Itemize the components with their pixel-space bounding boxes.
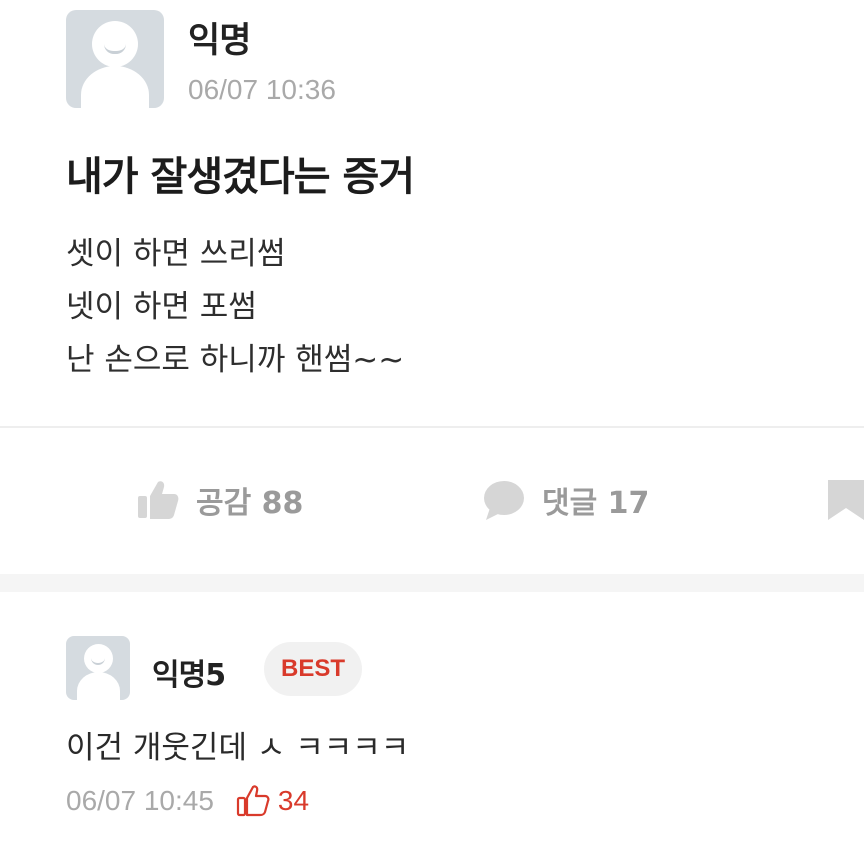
comment-text: 이건 개웃긴데 ㅅ ㅋㅋㅋㅋ: [66, 730, 410, 766]
post-body-line: 난 손으로 하니까 핸썸~~: [66, 342, 405, 378]
thumbs-up-outline-icon: [236, 785, 270, 817]
comment-avatar[interactable]: [66, 636, 130, 700]
divider: [0, 426, 864, 428]
bookmark-icon: [824, 478, 864, 522]
avatar-body: [81, 66, 149, 108]
avatar[interactable]: [66, 10, 164, 108]
post-body-line: 넷이 하면 포썸: [66, 289, 257, 325]
avatar-body: [77, 672, 120, 700]
like-label: 공감 88: [196, 486, 304, 521]
like-button[interactable]: 공감 88: [136, 478, 303, 522]
speech-bubble-icon: [482, 478, 526, 522]
thumbs-up-icon: [136, 478, 180, 522]
comment-like-button[interactable]: 34: [236, 784, 309, 818]
comment-author[interactable]: 익명5: [152, 650, 226, 694]
post-title: 내가 잘생겼다는 증거: [66, 154, 415, 200]
post-body-line: 셋이 하면 쓰리썸: [66, 236, 286, 272]
best-badge: BEST: [264, 642, 362, 696]
comment-like-count: 34: [277, 785, 310, 816]
comment-meta: 06/07 10:45 34: [66, 784, 309, 818]
post-body: 셋이 하면 쓰리썸 넷이 하면 포썸 난 손으로 하니까 핸썸~~: [66, 228, 404, 387]
section-separator: [0, 574, 864, 592]
comment-timestamp: 06/07 10:45: [66, 785, 214, 816]
post-timestamp: 06/07 10:36: [188, 74, 336, 105]
comment-label: 댓글 17: [542, 486, 650, 521]
post-actions: 공감 88 댓글 17: [0, 430, 864, 570]
save-button[interactable]: [824, 478, 864, 522]
post-author[interactable]: 익명: [188, 12, 251, 63]
comment-button[interactable]: 댓글 17: [482, 478, 649, 522]
best-comment: 익명5 BEST 이건 개웃긴데 ㅅ ㅋㅋㅋㅋ 06/07 10:45 34: [0, 592, 864, 867]
post: 익명 06/07 10:36 내가 잘생겼다는 증거 셋이 하면 쓰리썸 넷이 …: [0, 0, 864, 430]
